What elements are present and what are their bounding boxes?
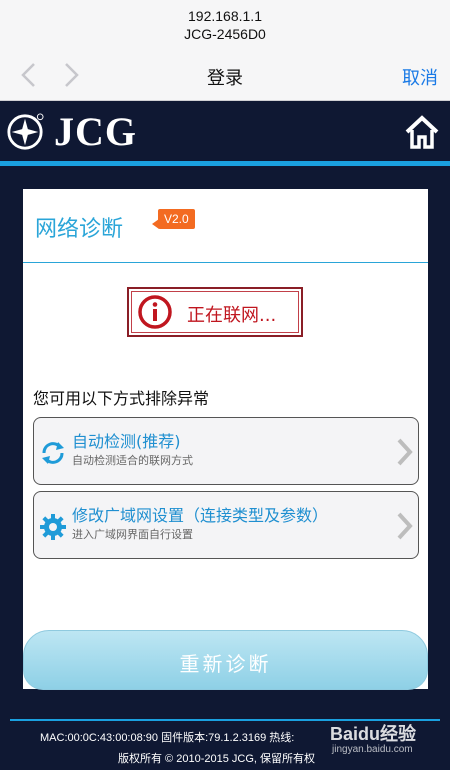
- jcg-logo-icon: [7, 113, 44, 150]
- diagnosis-panel: 网络诊断 V2.0 正在联网... 您可用以下方式排除异常 自动检测(推荐) 自…: [23, 189, 428, 690]
- auto-detect-option[interactable]: 自动检测(推荐) 自动检测适合的联网方式: [33, 417, 419, 485]
- hint-text: 您可用以下方式排除异常: [33, 389, 210, 408]
- option-title: 自动检测(推荐): [72, 432, 181, 451]
- title-divider: [23, 262, 428, 263]
- status-box: 正在联网...: [127, 287, 303, 337]
- brand-name: JCG: [54, 109, 137, 154]
- gear-icon: [40, 514, 66, 540]
- info-icon: [138, 295, 172, 329]
- header-divider: [0, 161, 450, 166]
- retry-diagnosis-button[interactable]: 重新诊断: [23, 630, 428, 690]
- page-title-text: JCG-2456D0: [184, 26, 266, 42]
- copyright-text: 版权所有 © 2010-2015 JCG, 保留所有权: [118, 753, 315, 765]
- browser-top-bar: 192.168.1.1 JCG-2456D0 登录 取消: [0, 0, 450, 101]
- version-badge: V2.0: [152, 209, 195, 229]
- nav-title: 登录: [207, 68, 243, 89]
- url-text[interactable]: 192.168.1.1: [0, 8, 450, 24]
- brand-logo: JCG: [6, 112, 137, 152]
- chevron-right-icon: [397, 512, 413, 540]
- refresh-icon: [42, 442, 64, 464]
- watermark-url: jingyan.baidu.com: [332, 744, 413, 755]
- home-icon[interactable]: [404, 114, 440, 150]
- option-subtitle: 自动检测适合的联网方式: [72, 454, 193, 467]
- retry-button-label: 重新诊断: [179, 652, 272, 676]
- option-subtitle: 进入广域网界面自行设置: [72, 528, 193, 541]
- watermark-logo: Baidu经验: [330, 724, 417, 744]
- status-text: 正在联网...: [187, 305, 277, 326]
- panel-title: 网络诊断: [35, 217, 124, 242]
- cancel-button[interactable]: 取消: [402, 64, 438, 90]
- chevron-right-icon: [397, 438, 413, 466]
- option-title: 修改广域网设置（连接类型及参数）: [72, 506, 329, 525]
- device-info-text: MAC:00:0C:43:00:08:90 固件版本:79.1.2.3169 热…: [40, 732, 295, 744]
- wan-settings-option[interactable]: 修改广域网设置（连接类型及参数） 进入广域网界面自行设置: [33, 491, 419, 559]
- watermark: Baidu经验 jingyan.baidu.com: [326, 718, 444, 768]
